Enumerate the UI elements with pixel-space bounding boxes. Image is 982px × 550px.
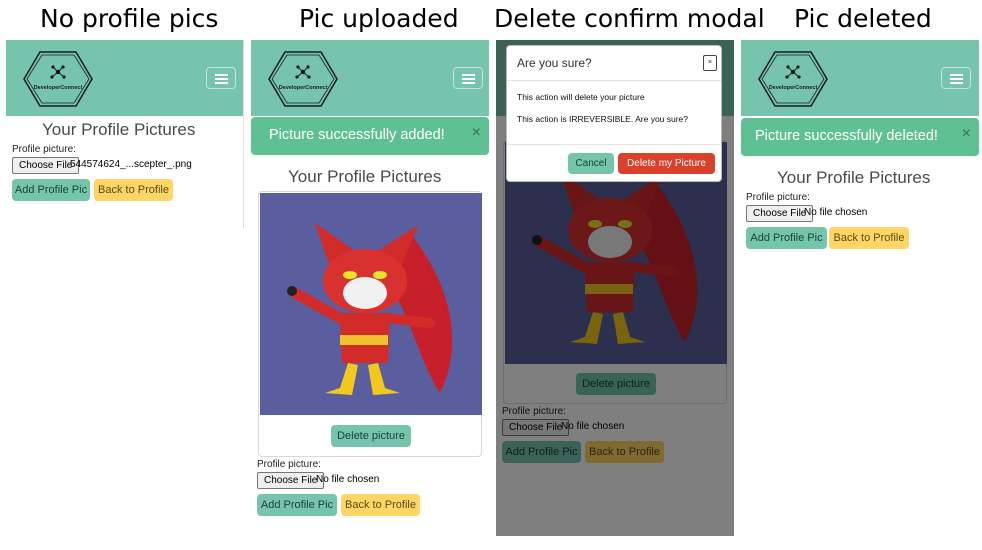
- panel-delete-confirm-modal: Delete picture Profile picture: Choose F…: [496, 40, 734, 536]
- modal-header-divider: [507, 80, 721, 81]
- alert-message: Picture successfully deleted!: [755, 128, 938, 144]
- success-alert: Picture successfully added! ×: [251, 117, 489, 155]
- choose-file-button[interactable]: Choose File: [257, 472, 325, 489]
- modal-body-line-1: This action will delete your picture: [517, 92, 645, 102]
- hamburger-icon[interactable]: [206, 67, 236, 89]
- hamburger-icon[interactable]: [453, 67, 483, 89]
- caption-no-profile-pics: No profile pics: [40, 4, 219, 33]
- success-alert: Picture successfully deleted! ×: [741, 118, 979, 156]
- profile-picture-label: Profile picture:: [12, 144, 76, 155]
- page-title: Your Profile Pictures: [777, 168, 931, 187]
- add-profile-pic-button[interactable]: Add Profile Pic: [257, 494, 337, 516]
- hamburger-icon[interactable]: [941, 67, 971, 89]
- panel-pic-deleted: DeveloperConnect Picture successfully de…: [741, 40, 979, 254]
- brand-logo[interactable]: DeveloperConnect: [267, 50, 339, 108]
- delete-my-picture-button[interactable]: Delete my Picture: [618, 153, 715, 174]
- close-icon[interactable]: ×: [703, 55, 717, 71]
- caption-pic-uploaded: Pic uploaded: [299, 4, 459, 33]
- delete-picture-button[interactable]: Delete picture: [331, 425, 411, 447]
- modal-footer-divider: [507, 144, 721, 145]
- close-icon[interactable]: ×: [472, 124, 481, 142]
- network-hexagon-logo-icon: [268, 51, 338, 107]
- brand-name: DeveloperConnect: [768, 85, 818, 91]
- brand-logo[interactable]: DeveloperConnect: [22, 50, 94, 108]
- caption-delete-confirm-modal: Delete confirm modal: [494, 4, 765, 33]
- picture-card: Delete picture: [258, 191, 482, 457]
- close-icon[interactable]: ×: [962, 125, 971, 143]
- add-profile-pic-button[interactable]: Add Profile Pic: [12, 179, 90, 201]
- panel-pic-uploaded: DeveloperConnect Picture successfully ad…: [251, 40, 489, 520]
- panel-no-profile-pics: DeveloperConnect Your Profile Pictures P…: [6, 40, 244, 228]
- back-to-profile-button[interactable]: Back to Profile: [341, 494, 420, 516]
- navbar: DeveloperConnect: [741, 40, 979, 116]
- modal-title: Are you sure?: [517, 56, 592, 70]
- brand-name: DeveloperConnect: [33, 85, 83, 91]
- no-file-chosen: No file chosen: [316, 474, 380, 485]
- page-title: Your Profile Pictures: [42, 120, 196, 139]
- selected-file-name: 544574624_...scepter_.png: [70, 159, 192, 170]
- confirm-delete-modal: Are you sure? × This action will delete …: [506, 45, 722, 182]
- cat-hero-illustration: [260, 193, 482, 415]
- modal-body-line-2: This action is IRREVERSIBLE. Are you sur…: [517, 114, 689, 124]
- back-to-profile-button[interactable]: Back to Profile: [94, 179, 173, 201]
- profile-picture-image: [260, 193, 482, 415]
- brand-name: DeveloperConnect: [278, 85, 328, 91]
- back-to-profile-button[interactable]: Back to Profile: [829, 227, 909, 249]
- add-profile-pic-button[interactable]: Add Profile Pic: [746, 227, 827, 249]
- page-title: Your Profile Pictures: [288, 167, 442, 186]
- network-hexagon-logo-icon: [23, 51, 93, 107]
- network-hexagon-logo-icon: [758, 51, 828, 107]
- caption-pic-deleted: Pic deleted: [794, 4, 932, 33]
- no-file-chosen: No file chosen: [804, 207, 868, 218]
- cancel-button[interactable]: Cancel: [568, 153, 614, 174]
- brand-logo[interactable]: DeveloperConnect: [757, 50, 829, 108]
- alert-message: Picture successfully added!: [269, 127, 445, 143]
- profile-picture-label: Profile picture:: [257, 459, 321, 470]
- navbar: DeveloperConnect: [251, 40, 489, 116]
- navbar: DeveloperConnect: [6, 40, 243, 116]
- profile-picture-label: Profile picture:: [746, 192, 810, 203]
